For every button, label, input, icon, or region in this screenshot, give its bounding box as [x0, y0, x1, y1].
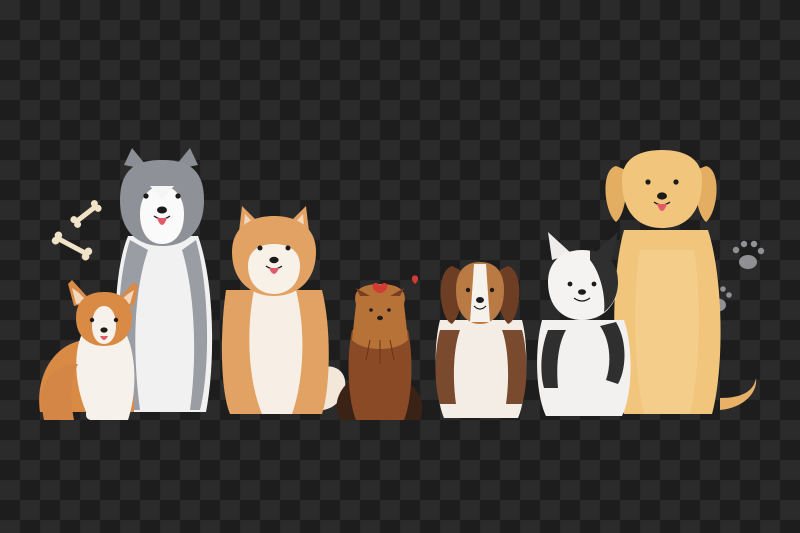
paw-print-icon	[732, 240, 765, 269]
dogs-illustration	[39, 148, 765, 420]
corgi-dog	[39, 280, 138, 420]
bone-icon	[70, 200, 102, 228]
bone-icon	[51, 231, 93, 261]
french-bulldog-dog	[537, 232, 631, 416]
yorkshire-terrier-dog	[336, 283, 423, 420]
heart-icon	[411, 275, 419, 284]
illustration-canvas	[0, 0, 800, 533]
beagle-dog	[435, 262, 527, 418]
shiba-dog	[221, 206, 346, 414]
